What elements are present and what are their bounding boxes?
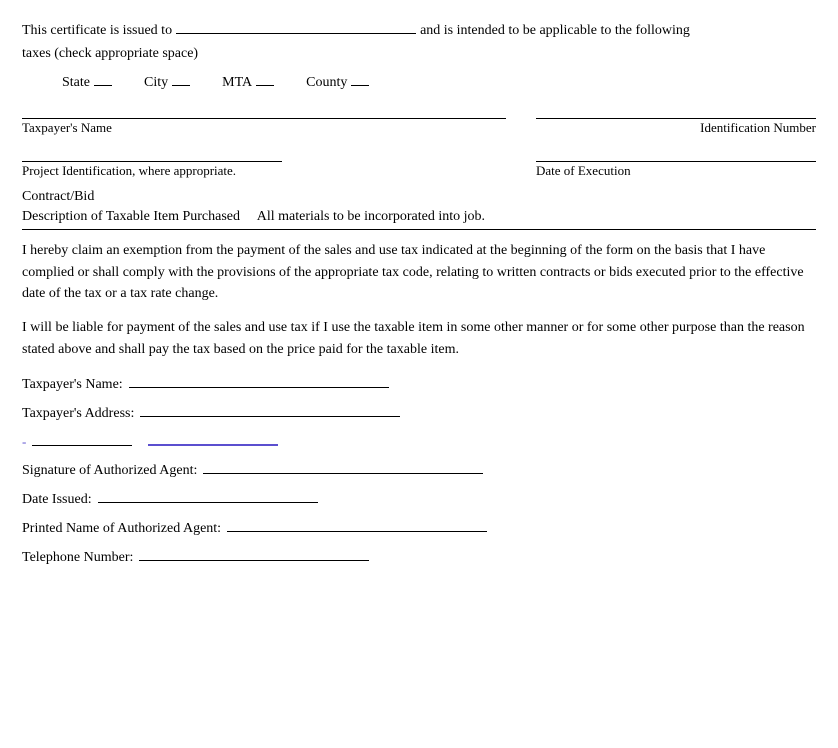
mta-check-blank[interactable] — [256, 72, 274, 86]
taxpayer-name-sig-label: Taxpayer's Name: — [22, 377, 123, 393]
body-paragraph-1: I hereby claim an exemption from the pay… — [22, 240, 816, 305]
date-execution-line[interactable] — [536, 144, 816, 162]
taxpayer-name-label: Taxpayer's Name — [22, 120, 506, 136]
taxpayer-name-sig-row: Taxpayer's Name: — [22, 372, 816, 393]
telephone-label: Telephone Number: — [22, 550, 133, 566]
description-row: Description of Taxable Item Purchased Al… — [22, 209, 816, 225]
taxpayer-address-sig-line[interactable] — [140, 401, 400, 417]
checkbox-row: State City MTA County — [62, 72, 816, 91]
intro-section: This certificate is issued to and is int… — [22, 18, 816, 64]
date-execution-col: Date of Execution — [536, 144, 816, 179]
description-label: Description of Taxable Item Purchased — [22, 209, 240, 224]
project-id-col: Project Identification, where appropriat… — [22, 144, 506, 179]
taxpayer-address-sig-row: Taxpayer's Address: — [22, 401, 816, 422]
taxpayer-id-row: Taxpayer's Name Identification Number — [22, 101, 816, 136]
taxes-line: taxes (check appropriate space) — [22, 46, 198, 61]
description-value: All materials to be incorporated into jo… — [257, 209, 485, 224]
city-state-row: - — [22, 430, 816, 450]
state-check-blank[interactable] — [94, 72, 112, 86]
telephone-row: Telephone Number: — [22, 545, 816, 566]
date-execution-label: Date of Execution — [536, 163, 816, 179]
id-number-col: Identification Number — [536, 101, 816, 136]
project-id-line[interactable] — [22, 144, 282, 162]
telephone-line[interactable] — [139, 545, 369, 561]
signature-agent-line[interactable] — [203, 458, 483, 474]
id-number-line[interactable] — [536, 101, 816, 119]
city-checkbox-item[interactable]: City — [144, 72, 190, 91]
county-checkbox-item[interactable]: County — [306, 72, 369, 91]
intro-text-after: and is intended to be applicable to the … — [420, 20, 690, 41]
city-check-blank[interactable] — [172, 72, 190, 86]
county-label: County — [306, 75, 347, 91]
printed-name-label: Printed Name of Authorized Agent: — [22, 521, 221, 537]
county-check-blank[interactable] — [351, 72, 369, 86]
mta-checkbox-item[interactable]: MTA — [222, 72, 274, 91]
contract-bid-label: Contract/Bid — [22, 189, 816, 205]
body-paragraph-2: I will be liable for payment of the sale… — [22, 317, 816, 360]
intro-text-before: This certificate is issued to — [22, 20, 172, 41]
issued-to-field[interactable] — [176, 18, 416, 34]
taxpayer-address-sig-label: Taxpayer's Address: — [22, 406, 134, 422]
taxpayer-name-col: Taxpayer's Name — [22, 101, 506, 136]
date-issued-label: Date Issued: — [22, 492, 92, 508]
id-number-label: Identification Number — [536, 120, 816, 136]
mta-label: MTA — [222, 75, 252, 91]
taxpayer-name-line[interactable] — [22, 101, 506, 119]
signature-agent-row: Signature of Authorized Agent: — [22, 458, 816, 479]
city-label: City — [144, 75, 168, 91]
signature-agent-label: Signature of Authorized Agent: — [22, 463, 197, 479]
dash-mark: - — [22, 434, 26, 450]
state-label: State — [62, 75, 90, 91]
printed-name-line[interactable] — [227, 516, 487, 532]
state-checkbox-item[interactable]: State — [62, 72, 112, 91]
signature-section: Taxpayer's Name: Taxpayer's Address: - S… — [22, 372, 816, 566]
date-issued-line[interactable] — [98, 487, 318, 503]
city-fill-line[interactable] — [32, 430, 132, 446]
printed-name-row: Printed Name of Authorized Agent: — [22, 516, 816, 537]
project-date-row: Project Identification, where appropriat… — [22, 144, 816, 179]
project-id-label: Project Identification, where appropriat… — [22, 163, 506, 179]
state-fill-line-purple[interactable] — [148, 430, 278, 446]
taxpayer-name-sig-line[interactable] — [129, 372, 389, 388]
full-divider — [22, 229, 816, 230]
date-issued-row: Date Issued: — [22, 487, 816, 508]
